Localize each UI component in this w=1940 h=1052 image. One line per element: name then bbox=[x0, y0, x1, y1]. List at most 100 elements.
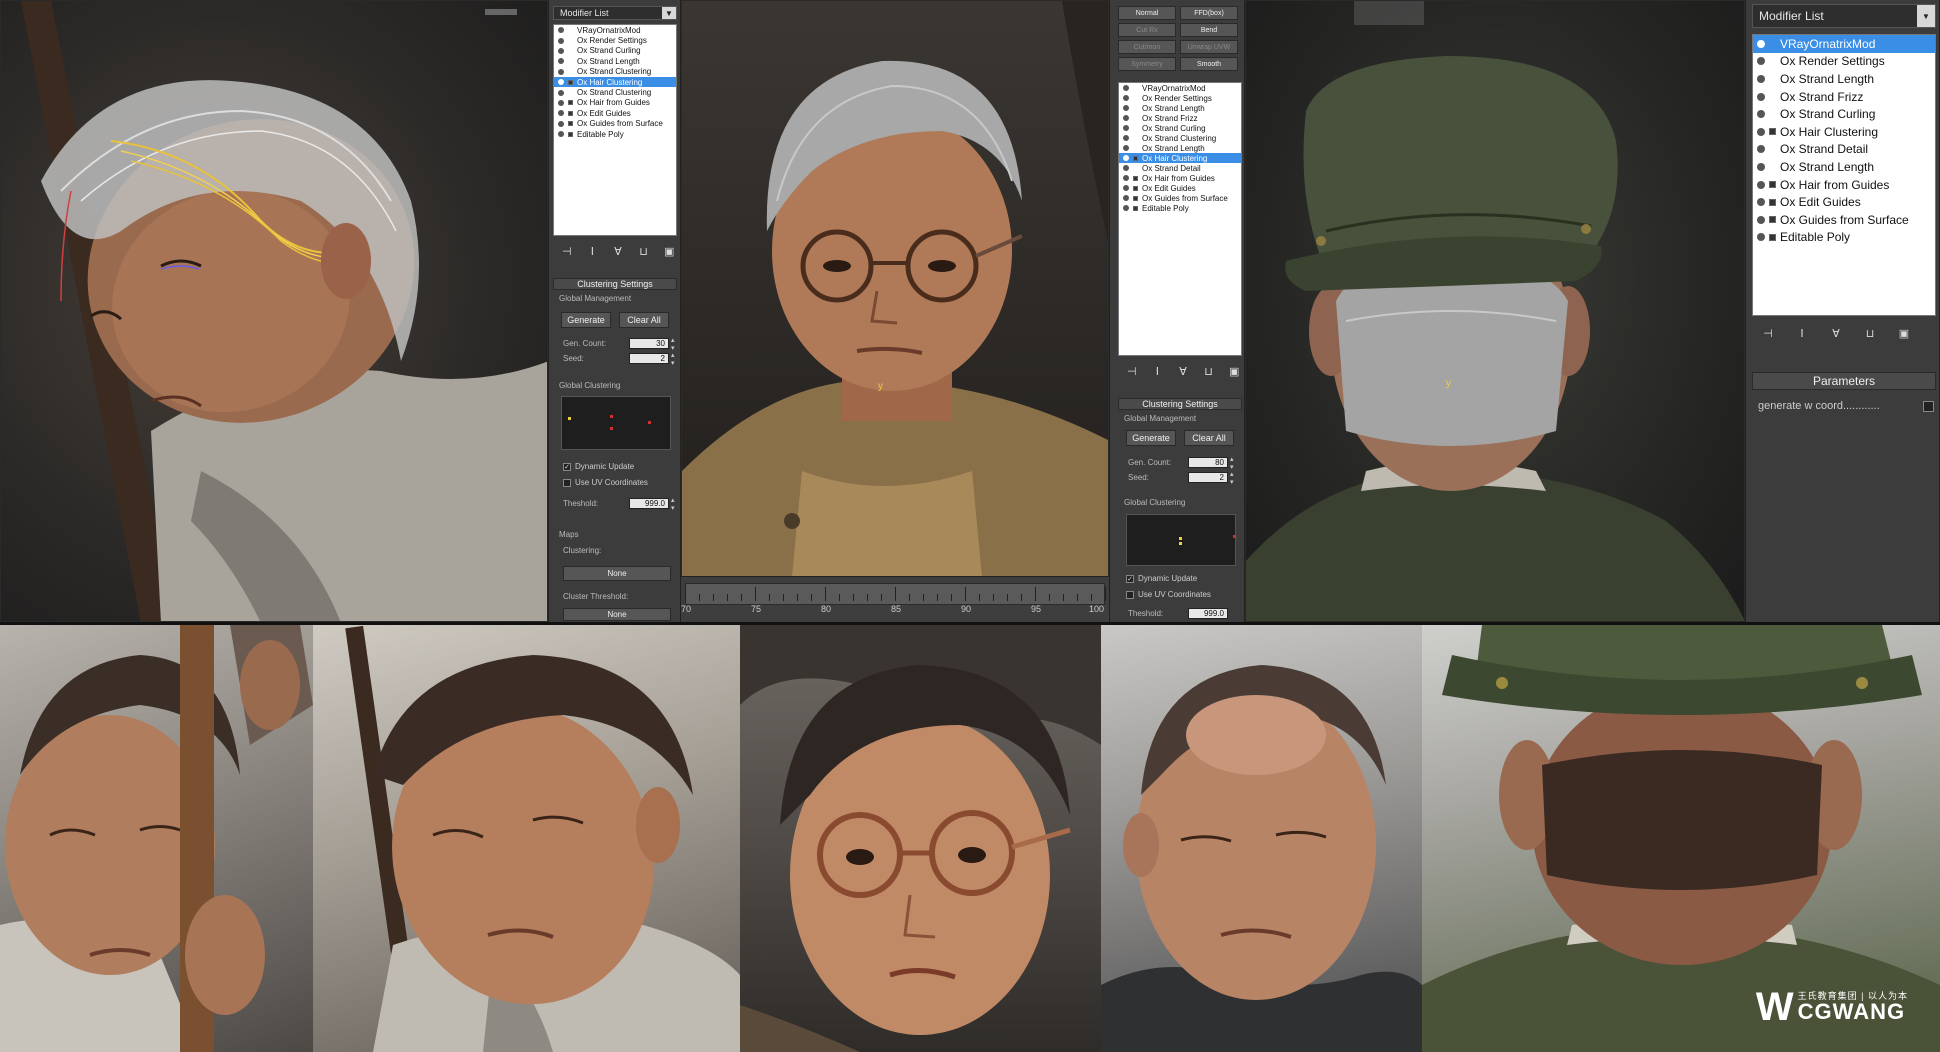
expand-box-icon[interactable] bbox=[1769, 198, 1776, 206]
gen-count-field[interactable]: 30 bbox=[629, 338, 669, 349]
lightbulb-icon[interactable] bbox=[1757, 57, 1765, 66]
generate-button[interactable]: Generate bbox=[561, 312, 611, 328]
show-end-result-icon[interactable]: Ⅰ bbox=[1150, 363, 1166, 379]
gen-count-spinner[interactable]: ▴ ▾ bbox=[671, 337, 678, 353]
pin-stack-icon[interactable]: ⊣ bbox=[1124, 363, 1140, 379]
configure-modifier-sets-icon[interactable]: ▣ bbox=[661, 243, 677, 259]
threshold-field[interactable]: 999.0 bbox=[629, 498, 669, 509]
expand-box-icon[interactable] bbox=[568, 131, 573, 137]
expand-box-icon[interactable] bbox=[1133, 175, 1138, 181]
lightbulb-icon[interactable] bbox=[558, 37, 564, 44]
lightbulb-icon[interactable] bbox=[1123, 95, 1129, 101]
viewport-middle[interactable]: y bbox=[681, 0, 1109, 622]
show-end-result-icon[interactable]: Ⅰ bbox=[585, 243, 601, 259]
modifier-set-button[interactable]: Smooth bbox=[1180, 57, 1238, 71]
lightbulb-icon[interactable] bbox=[1123, 185, 1129, 191]
generate-button[interactable]: Generate bbox=[1126, 430, 1176, 446]
modifier-stack-item[interactable]: Ox Strand Frizz bbox=[1119, 113, 1241, 123]
dynamic-update-checkbox[interactable]: ✓ Dynamic Update bbox=[1126, 574, 1197, 583]
modifier-stack-item[interactable]: VRayOrnatrixMod bbox=[554, 25, 676, 35]
modifier-stack-item[interactable]: VRayOrnatrixMod bbox=[1119, 83, 1241, 93]
lightbulb-icon[interactable] bbox=[1123, 205, 1129, 211]
lightbulb-icon[interactable] bbox=[1757, 162, 1765, 171]
threshold-field[interactable]: 999.0 bbox=[1188, 608, 1228, 619]
checkmark-icon[interactable]: ✓ bbox=[563, 462, 571, 471]
expand-box-icon[interactable] bbox=[1133, 155, 1138, 161]
lightbulb-icon[interactable] bbox=[558, 79, 564, 86]
clear-all-button[interactable]: Clear All bbox=[619, 312, 669, 328]
modifier-stack-item[interactable]: Ox Hair from Guides bbox=[1753, 176, 1935, 194]
lightbulb-icon[interactable] bbox=[1123, 105, 1129, 111]
time-slider[interactable]: 70 75 80 85 90 95 100 bbox=[681, 576, 1109, 622]
lightbulb-icon[interactable] bbox=[1123, 85, 1129, 91]
modifier-stack-item[interactable]: Ox Guides from Surface bbox=[554, 119, 676, 129]
lightbulb-icon[interactable] bbox=[558, 120, 564, 127]
modifier-stack-item[interactable]: Ox Edit Guides bbox=[554, 108, 676, 118]
cluster-threshold-map-button[interactable]: None bbox=[563, 608, 671, 621]
clustering-map-button[interactable]: None bbox=[563, 566, 671, 581]
expand-box-icon[interactable] bbox=[568, 100, 573, 106]
modifier-stack-item[interactable]: Ox Strand Frizz bbox=[1753, 88, 1935, 106]
lightbulb-icon[interactable] bbox=[1123, 145, 1129, 151]
pin-stack-icon[interactable]: ⊣ bbox=[559, 243, 575, 259]
clustering-graph[interactable] bbox=[1126, 514, 1236, 566]
generate-w-coord-checkbox[interactable]: generate w coord............ bbox=[1758, 400, 1934, 412]
use-uv-checkbox[interactable]: Use UV Coordinates bbox=[1126, 590, 1211, 599]
modifier-stack-item[interactable]: Ox Render Settings bbox=[1119, 93, 1241, 103]
make-unique-icon[interactable]: ∀ bbox=[1828, 325, 1844, 341]
modifier-stack-item[interactable]: Ox Strand Clustering bbox=[554, 67, 676, 77]
lightbulb-icon[interactable] bbox=[1123, 175, 1129, 181]
lightbulb-icon[interactable] bbox=[1757, 110, 1765, 119]
modifier-stack-item[interactable]: Ox Guides from Surface bbox=[1119, 193, 1241, 203]
seed-spinner[interactable]: ▴ ▾ bbox=[671, 352, 678, 368]
show-end-result-icon[interactable]: Ⅰ bbox=[1794, 325, 1810, 341]
clustering-graph[interactable] bbox=[561, 396, 671, 450]
checkbox-box[interactable] bbox=[563, 478, 571, 487]
clustering-settings-rollout[interactable]: Clustering Settings bbox=[553, 278, 677, 290]
lightbulb-icon[interactable] bbox=[1757, 233, 1765, 242]
lightbulb-icon[interactable] bbox=[1123, 125, 1129, 131]
expand-box-icon[interactable] bbox=[568, 79, 573, 85]
lightbulb-icon[interactable] bbox=[558, 110, 564, 117]
modifier-stack-item[interactable]: Ox Strand Length bbox=[1753, 158, 1935, 176]
modifier-stack-item[interactable]: Ox Edit Guides bbox=[1753, 193, 1935, 211]
modifier-list-dropdown[interactable]: Modifier List ▼ bbox=[1752, 4, 1936, 28]
modifier-set-button[interactable]: Symmetry bbox=[1118, 57, 1176, 71]
lightbulb-icon[interactable] bbox=[1757, 180, 1765, 189]
checkbox-box[interactable] bbox=[1126, 590, 1134, 599]
modifier-stack-item[interactable]: Ox Strand Length bbox=[1753, 70, 1935, 88]
expand-box-icon[interactable] bbox=[1769, 216, 1776, 224]
seed-spinner[interactable]: ▴ ▾ bbox=[1230, 471, 1237, 487]
modifier-stack-item[interactable]: Ox Hair Clustering bbox=[554, 76, 676, 88]
lightbulb-icon[interactable] bbox=[1757, 74, 1765, 83]
modifier-stack-item[interactable]: Editable Poly bbox=[1753, 229, 1935, 247]
lightbulb-icon[interactable] bbox=[1757, 198, 1765, 207]
modifier-stack-item[interactable]: Ox Guides from Surface bbox=[1753, 211, 1935, 229]
lightbulb-icon[interactable] bbox=[1757, 215, 1765, 224]
modifier-set-button[interactable]: Normal bbox=[1118, 6, 1176, 20]
modifier-stack-item[interactable]: Editable Poly bbox=[1119, 203, 1241, 213]
expand-box-icon[interactable] bbox=[1133, 185, 1138, 191]
modifier-stack-item[interactable]: Ox Strand Length bbox=[1119, 103, 1241, 113]
lightbulb-icon[interactable] bbox=[558, 89, 564, 96]
modifier-stack-item[interactable]: Ox Hair from Guides bbox=[1119, 173, 1241, 183]
modifier-stack-item[interactable]: Ox Strand Curling bbox=[1119, 123, 1241, 133]
clustering-settings-rollout[interactable]: Clustering Settings bbox=[1118, 398, 1242, 410]
remove-modifier-icon[interactable]: ⊔ bbox=[1862, 325, 1878, 341]
clear-all-button[interactable]: Clear All bbox=[1184, 430, 1234, 446]
lightbulb-icon[interactable] bbox=[1757, 127, 1765, 136]
remove-modifier-icon[interactable]: ⊔ bbox=[1201, 363, 1217, 379]
make-unique-icon[interactable]: ∀ bbox=[610, 243, 626, 259]
lightbulb-icon[interactable] bbox=[558, 131, 564, 138]
modifier-stack-item[interactable]: Ox Render Settings bbox=[554, 35, 676, 45]
modifier-stack-item[interactable]: Ox Strand Detail bbox=[1753, 141, 1935, 159]
checkbox-box[interactable] bbox=[1923, 400, 1934, 412]
expand-box-icon[interactable] bbox=[568, 121, 573, 127]
modifier-set-button[interactable]: Cut Rx bbox=[1118, 23, 1176, 37]
configure-modifier-sets-icon[interactable]: ▣ bbox=[1226, 363, 1242, 379]
modifier-stack-item[interactable]: Ox Strand Detail bbox=[1119, 163, 1241, 173]
modifier-stack-item[interactable]: Ox Strand Clustering bbox=[1119, 133, 1241, 143]
expand-box-icon[interactable] bbox=[1769, 128, 1776, 136]
expand-box-icon[interactable] bbox=[1133, 205, 1138, 211]
lightbulb-icon[interactable] bbox=[1757, 39, 1765, 48]
